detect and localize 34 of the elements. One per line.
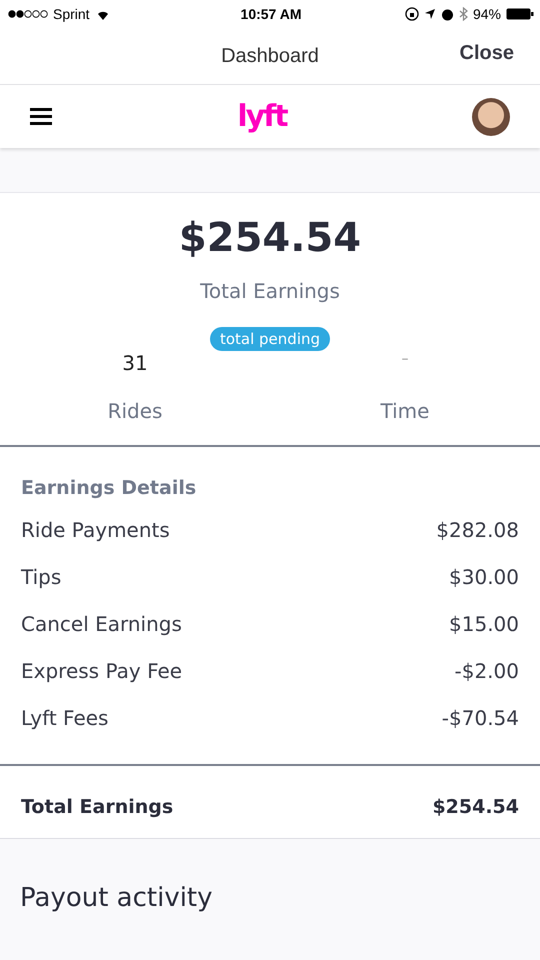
- section-title: Earnings Details: [21, 477, 198, 499]
- total-row-value: $254.54: [432, 796, 519, 818]
- logo: lyft: [237, 99, 287, 134]
- stat-value: 31: [122, 351, 148, 375]
- stat-label: Rides: [108, 399, 162, 423]
- row-label: Cancel Earnings: [21, 612, 182, 638]
- menu-icon[interactable]: [30, 108, 52, 125]
- row-value: $30.00: [449, 565, 519, 591]
- rotation-lock-icon: [404, 7, 419, 21]
- location-icon: [424, 8, 436, 20]
- close-button[interactable]: Close: [460, 42, 514, 65]
- row-label: Express Pay Fee: [21, 659, 182, 685]
- row-value: $282.08: [436, 518, 519, 544]
- signal-icon: [8, 10, 48, 18]
- battery-percent: 94%: [472, 6, 502, 22]
- row-value: $15.00: [449, 612, 519, 638]
- row-label: Lyft Fees: [21, 706, 108, 732]
- page-title: Dashboard: [221, 44, 319, 68]
- carrier-name: Sprint: [53, 6, 90, 22]
- clock-time: 10:57 AM: [240, 6, 302, 22]
- battery-icon: [506, 8, 534, 20]
- row-label: Tips: [21, 565, 62, 591]
- bluetooth-icon: [458, 7, 468, 21]
- stat-label: Time: [380, 399, 430, 423]
- section-heading: Payout activity: [20, 883, 213, 913]
- total-amount: $254.54: [178, 215, 362, 261]
- row-value: -$2.00: [454, 659, 519, 685]
- row-label: Ride Payments: [21, 518, 170, 544]
- status-badge: total pending: [210, 327, 330, 351]
- total-label: Total Earnings: [199, 279, 341, 303]
- row-value: -$70.54: [442, 706, 519, 732]
- avatar[interactable]: [472, 98, 510, 136]
- total-row-label: Total Earnings: [21, 796, 174, 818]
- stat-value: –: [402, 351, 408, 369]
